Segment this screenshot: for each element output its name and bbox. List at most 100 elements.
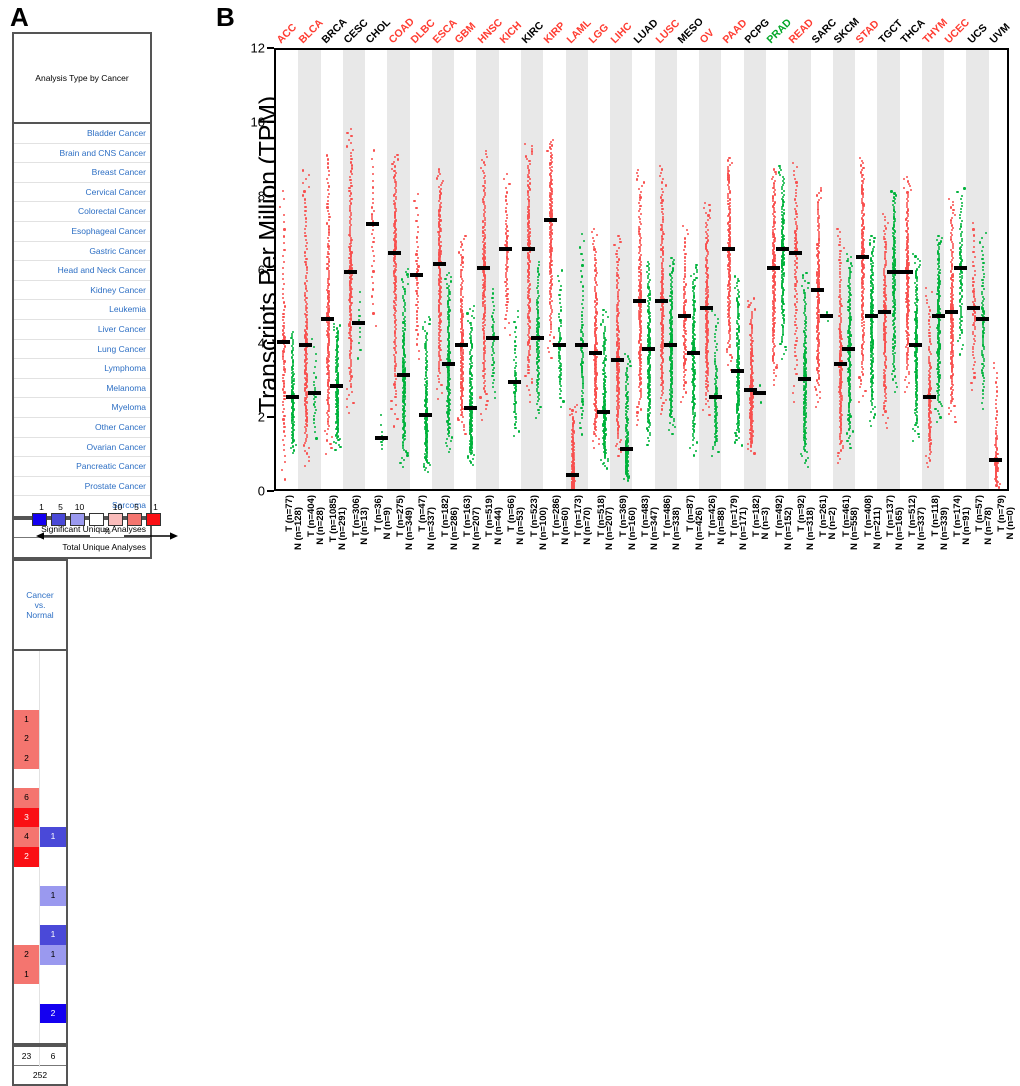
data-point: [640, 261, 642, 263]
data-point: [394, 365, 396, 367]
underexpression-cell: [40, 867, 66, 887]
data-point: [527, 369, 529, 371]
overexpression-cell: [14, 690, 40, 710]
data-point: [335, 442, 337, 444]
data-point: [304, 206, 306, 208]
median-bar: [642, 347, 655, 351]
data-point: [282, 404, 284, 406]
data-point: [626, 370, 628, 372]
data-point: [473, 305, 475, 307]
data-point: [527, 176, 529, 178]
overexpression-cell: [14, 867, 40, 887]
data-point: [671, 281, 673, 283]
data-point: [305, 423, 307, 425]
data-point: [326, 256, 328, 258]
data-point: [415, 290, 417, 292]
data-point: [581, 413, 583, 415]
data-point: [326, 433, 328, 435]
data-point: [662, 250, 664, 252]
data-point: [372, 250, 374, 252]
data-point: [528, 339, 530, 341]
data-point: [438, 171, 440, 173]
data-point: [550, 317, 552, 319]
data-point: [560, 390, 562, 392]
cancer-row-label: Myeloma: [14, 398, 150, 418]
data-point: [314, 387, 316, 389]
data-point: [603, 337, 605, 339]
data-point: [394, 187, 396, 189]
data-point: [305, 297, 307, 299]
data-point: [669, 295, 671, 297]
data-point: [461, 303, 463, 305]
data-point: [528, 389, 530, 391]
data-point: [508, 322, 510, 324]
data-point: [390, 408, 392, 410]
data-point: [513, 435, 515, 437]
data-point: [282, 273, 284, 275]
data-point: [649, 412, 651, 414]
underexpression-cell: [40, 690, 66, 710]
data-point: [348, 394, 350, 396]
data-point: [683, 281, 685, 283]
data-point: [306, 436, 308, 438]
data-point: [461, 256, 463, 258]
data-point: [417, 295, 419, 297]
data-point: [404, 398, 406, 400]
data-point: [492, 369, 494, 371]
data-point: [328, 272, 330, 274]
data-point: [308, 447, 310, 449]
data-point: [646, 444, 648, 446]
data-point: [416, 236, 418, 238]
cancer-row-labels: Bladder CancerBrain and CNS CancerBreast…: [12, 124, 152, 518]
data-point: [483, 382, 485, 384]
data-point: [661, 226, 663, 228]
data-point: [618, 345, 620, 347]
data-point: [395, 198, 397, 200]
data-point: [596, 272, 598, 274]
data-point: [396, 154, 398, 156]
data-point: [481, 419, 483, 421]
data-point: [350, 365, 352, 367]
median-bar: [464, 406, 477, 410]
data-point: [638, 401, 640, 403]
data-point: [515, 336, 517, 338]
data-point: [594, 300, 596, 302]
data-point: [461, 411, 463, 413]
data-point: [426, 385, 428, 387]
data-point: [440, 192, 442, 194]
data-point: [415, 207, 417, 209]
data-point: [483, 354, 485, 356]
data-point: [581, 374, 583, 376]
data-point: [305, 287, 307, 289]
data-point: [684, 381, 686, 383]
data-point: [328, 248, 330, 250]
data-point: [395, 185, 397, 187]
data-point: [538, 359, 540, 361]
data-point: [596, 234, 598, 236]
data-point: [426, 332, 428, 334]
data-point: [685, 299, 687, 301]
data-point: [528, 169, 530, 171]
data-point: [358, 342, 360, 344]
data-point: [472, 464, 474, 466]
data-point: [472, 458, 474, 460]
data-point: [314, 426, 316, 428]
data-point: [604, 372, 606, 374]
data-point: [636, 411, 638, 413]
data-point: [304, 251, 306, 253]
data-point: [372, 282, 374, 284]
data-point: [560, 325, 562, 327]
data-point: [283, 426, 285, 428]
data-point: [604, 339, 606, 341]
data-point: [550, 172, 552, 174]
overexpression-cell: [14, 1023, 40, 1043]
data-point: [417, 226, 419, 228]
color-scale-legend: 15101051 %: [30, 502, 190, 542]
data-point: [441, 182, 443, 184]
data-point: [619, 241, 621, 243]
median-bar: [678, 314, 691, 318]
data-point: [467, 455, 469, 457]
data-point: [662, 191, 664, 193]
data-point: [306, 434, 308, 436]
data-point: [395, 210, 397, 212]
